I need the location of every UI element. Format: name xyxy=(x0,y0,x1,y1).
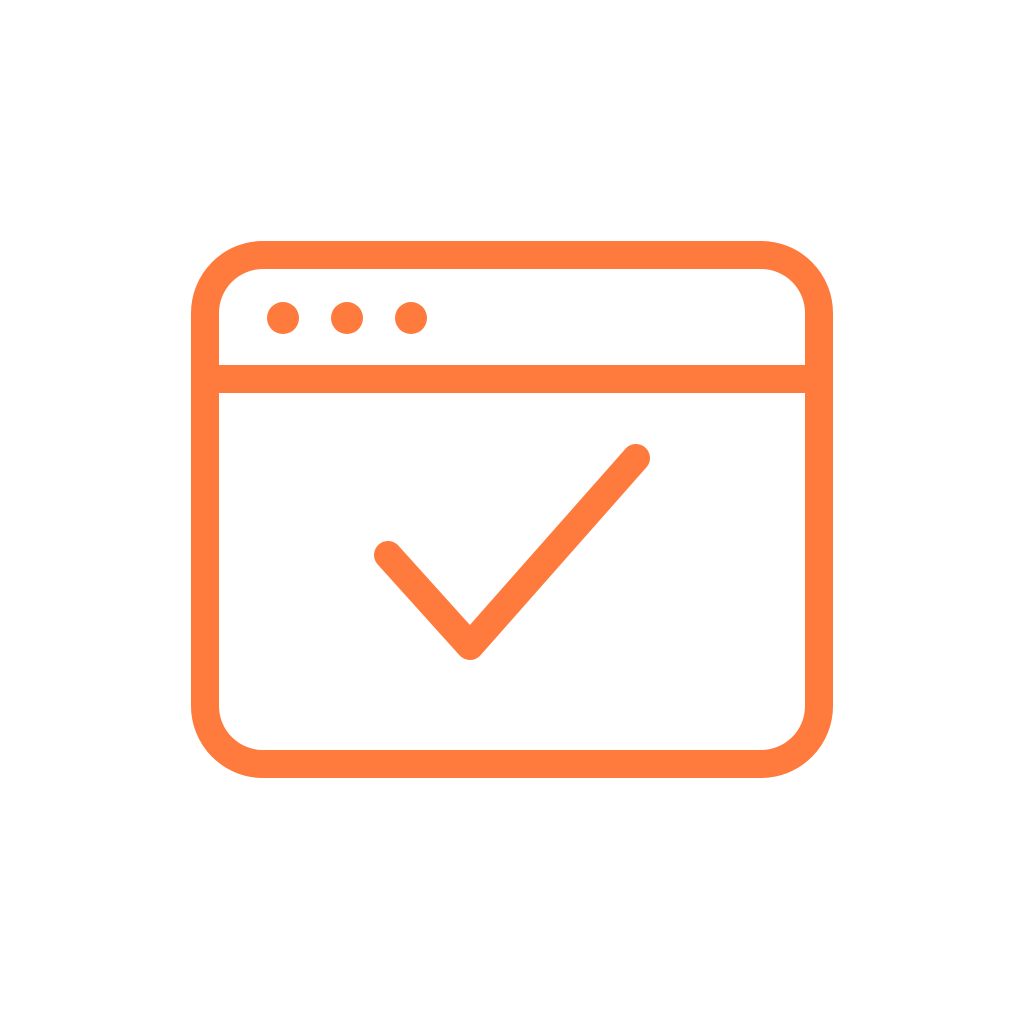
window-control-dots xyxy=(267,302,427,334)
browser-window-check-icon xyxy=(191,241,833,778)
window-dot-1 xyxy=(267,302,299,334)
checkmark-icon xyxy=(374,444,650,660)
window-dot-2 xyxy=(331,302,363,334)
window-frame xyxy=(191,241,833,778)
icon-canvas xyxy=(0,0,1024,1024)
window-dot-3 xyxy=(395,302,427,334)
